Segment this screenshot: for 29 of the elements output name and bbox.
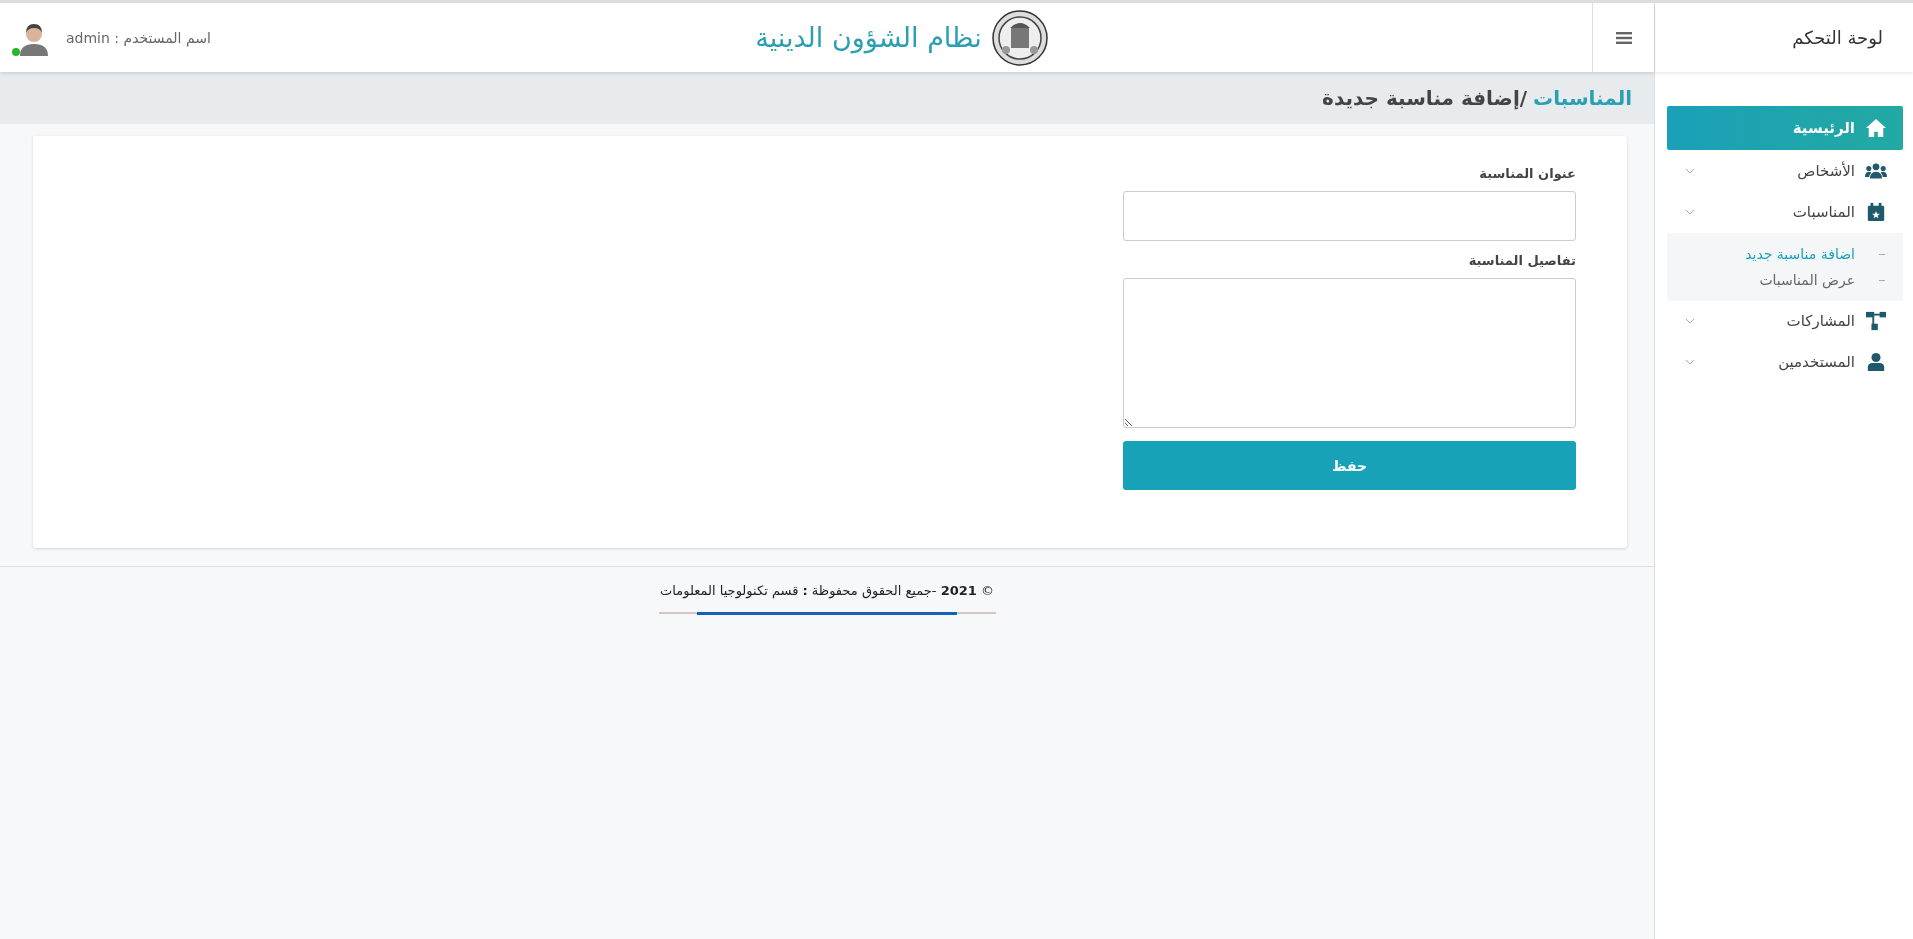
sidebar-item[interactable]: المناسبات (1667, 192, 1903, 232)
menu-icon (1615, 31, 1632, 44)
sidebar-item[interactable]: الأشخاص (1667, 151, 1903, 191)
user-icon (1865, 352, 1887, 372)
users-icon (1865, 161, 1887, 181)
chevron-down-icon (1685, 209, 1695, 215)
dash-icon (1879, 279, 1885, 281)
field-label: تفاصيل المناسبة (1467, 253, 1576, 268)
username-label: اسم المستخدم : admin (66, 29, 211, 46)
site-title: نظام الشؤون الدينية (755, 22, 982, 53)
sidebar-item[interactable]: المشاركات (1667, 301, 1903, 341)
submenu-item[interactable]: عرض المناسبات (1667, 267, 1903, 293)
input-field[interactable] (1123, 191, 1576, 241)
home-icon (1865, 118, 1887, 138)
submenu-item[interactable]: اضافة مناسبة جديد (1667, 241, 1903, 267)
save-button[interactable]: حفظ (1123, 441, 1576, 490)
textarea-field[interactable] (1123, 278, 1576, 428)
dash-icon (1879, 253, 1885, 255)
sidebar-item[interactable]: الرئيسية (1667, 106, 1903, 150)
emblem-logo (991, 9, 1048, 66)
menu-button[interactable] (1592, 3, 1654, 72)
field-label: عنوان المناسبة (1478, 166, 1576, 181)
breadcrumb-current: /إضافة مناسبة جديدة (1322, 86, 1528, 110)
chevron-down-icon (1685, 168, 1695, 174)
sitemap-icon (1865, 311, 1887, 331)
sidebar-title: لوحة التحكم (1792, 27, 1883, 48)
chevron-down-icon (1685, 359, 1695, 365)
chevron-down-icon (1685, 318, 1695, 324)
sidebar-item[interactable]: المستخدمين (1667, 342, 1903, 382)
